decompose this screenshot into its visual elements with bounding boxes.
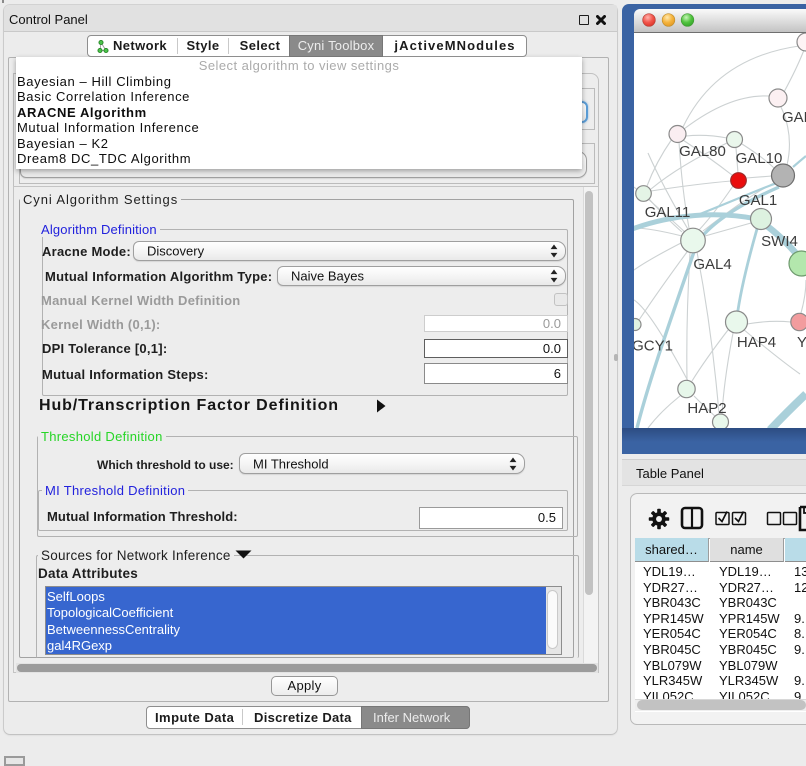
svg-text:HAP2: HAP2: [687, 400, 726, 417]
svg-text:Y: Y: [797, 334, 806, 351]
svg-text:GAL80: GAL80: [679, 143, 726, 160]
svg-text:SWI4: SWI4: [761, 233, 798, 250]
svg-text:GAL4: GAL4: [693, 256, 731, 273]
svg-text:GAL: GAL: [782, 109, 806, 126]
svg-text:HAP4: HAP4: [737, 334, 776, 351]
svg-text:GCY1: GCY1: [634, 338, 673, 355]
svg-text:GAL10: GAL10: [736, 150, 783, 167]
svg-text:GAL11: GAL11: [645, 204, 691, 221]
svg-text:GAL1: GAL1: [739, 192, 777, 209]
